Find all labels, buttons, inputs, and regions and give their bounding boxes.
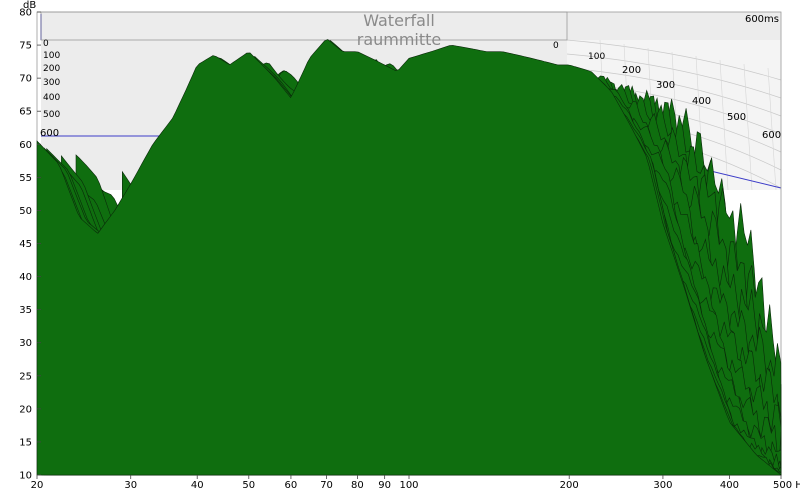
x-tick-label: 70 — [320, 480, 333, 491]
x-tick-label: 400 — [720, 480, 739, 491]
time-tick-label-right: 600 — [762, 130, 781, 141]
time-tick-label-right: 0 — [553, 41, 559, 51]
y-tick-label: 75 — [19, 41, 32, 52]
x-tick-label: 100 — [399, 480, 418, 491]
chart-subtitle: raummitte — [357, 30, 442, 49]
x-tick-label: 80 — [351, 480, 364, 491]
x-tick-label: 30 — [124, 480, 137, 491]
y-tick-label: 45 — [19, 239, 32, 250]
time-tick-label-left: 600 — [40, 128, 59, 139]
y-tick-label: 15 — [19, 437, 32, 448]
chart-svg: 101520253035404550556065707580 20 30 40 50 6… — [19, 0, 800, 491]
y-tick-label: 25 — [19, 371, 32, 382]
x-tick-label: 200 — [560, 480, 579, 491]
y-tick-label: 65 — [19, 107, 32, 118]
time-tick-label-right: 400 — [692, 96, 711, 107]
x-tick-label: 500 Hz — [773, 480, 800, 491]
time-tick-label-left: 500 — [43, 110, 60, 120]
y-tick-label: 50 — [19, 206, 32, 217]
x-tick-label: 50 — [242, 480, 255, 491]
y-tick-label: 20 — [19, 404, 32, 415]
y-tick-label: 55 — [19, 173, 32, 184]
time-tick-label-left: 100 — [43, 51, 60, 61]
x-tick-label: 90 — [378, 480, 391, 491]
y-axis-unit: dB — [23, 0, 36, 11]
y-tick-label: 60 — [19, 140, 32, 151]
x-tick-label: 40 — [191, 480, 204, 491]
time-axis-label: 600ms — [745, 14, 779, 25]
x-axis: 20 30 40 50 60 70 80 90 100 200 300 400 500 Hz — [31, 475, 800, 491]
x-tick-label: 60 — [285, 480, 298, 491]
y-tick-label: 70 — [19, 74, 32, 85]
time-tick-label-left: 0 — [43, 39, 49, 49]
x-tick-label: 20 — [31, 480, 44, 491]
time-tick-label-right: 300 — [656, 80, 675, 91]
time-tick-label-right: 200 — [622, 65, 641, 76]
y-tick-label: 40 — [19, 272, 32, 283]
x-tick-label: 300 — [653, 480, 672, 491]
waterfall-chart: 10 15 20 25 30 35 40 45 50 55 60 65 70 75 80 20 30 40 50 6… — [0, 0, 800, 493]
time-tick-label-left: 300 — [43, 78, 60, 88]
time-tick-label-left: 400 — [43, 93, 60, 103]
time-tick-label-left: 200 — [43, 64, 60, 74]
time-tick-label-right: 100 — [588, 52, 605, 62]
chart-title: Waterfall — [363, 11, 435, 30]
y-tick-label: 35 — [19, 305, 32, 316]
time-tick-label-right: 500 — [727, 112, 746, 123]
y-tick-label: 30 — [19, 338, 32, 349]
